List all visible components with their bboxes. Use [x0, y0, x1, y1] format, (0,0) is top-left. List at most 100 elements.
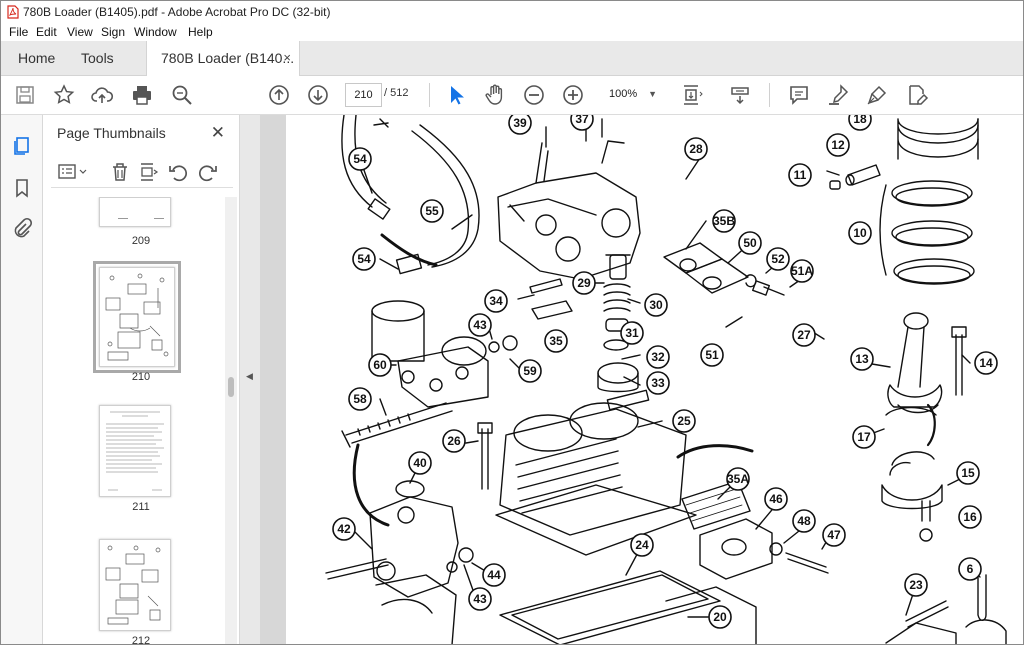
callout-label: 37: [575, 115, 589, 126]
fill-sign-button[interactable]: [905, 83, 929, 107]
plus-circle-icon: [563, 85, 583, 105]
navigation-rail: [1, 115, 43, 644]
previous-page-button[interactable]: [267, 83, 291, 107]
bookmark-icon[interactable]: [11, 177, 33, 199]
cloud-upload-icon: [91, 87, 114, 103]
callout-44: 44: [482, 563, 506, 587]
callout-46: 46: [764, 487, 788, 511]
select-tool-button[interactable]: [444, 83, 468, 107]
panel-title: Page Thumbnails: [57, 125, 166, 141]
scroll-mode-button[interactable]: [728, 83, 752, 107]
callout-14: 14: [974, 351, 998, 375]
panel-collapse-handle[interactable]: ◀: [239, 115, 260, 644]
menu-edit[interactable]: Edit: [36, 25, 57, 39]
search-icon: [172, 85, 192, 105]
menu-sign[interactable]: Sign: [101, 25, 125, 39]
callout-label: 43: [473, 318, 487, 332]
scrollbar-thumb[interactable]: [228, 377, 234, 397]
callout-label: 46: [769, 492, 783, 506]
callout-label: 55: [425, 204, 439, 218]
print-button[interactable]: [130, 83, 154, 107]
tab-home[interactable]: Home: [18, 41, 55, 75]
thumbnail-label: 212: [131, 635, 151, 644]
pdf-icon: [7, 5, 19, 19]
menu-file[interactable]: File: [9, 25, 28, 39]
thumbnail-parts-list: [106, 411, 164, 491]
callout-55: 55: [420, 199, 444, 223]
find-button[interactable]: [170, 83, 194, 107]
upload-cloud-button[interactable]: [90, 83, 114, 107]
tab-tools[interactable]: Tools: [81, 41, 114, 75]
page-thumbnails-icon[interactable]: [11, 135, 33, 157]
rotate-clockwise-icon[interactable]: [197, 161, 219, 183]
zoom-out-button[interactable]: [522, 83, 546, 107]
callout-29: 29: [572, 271, 596, 295]
next-page-button[interactable]: [306, 83, 330, 107]
callout-label: 40: [413, 456, 427, 470]
thumbnail-label: 210: [131, 371, 151, 383]
panel-toolbar: [51, 155, 233, 188]
callout-30: 30: [644, 293, 668, 317]
callout-label: 54: [357, 252, 371, 266]
callout-label: 14: [979, 356, 993, 370]
page-thumbnail[interactable]: [99, 539, 171, 631]
bookmark-star-button[interactable]: [52, 83, 76, 107]
callout-35: 35: [544, 329, 568, 353]
callout-label: 28: [689, 142, 703, 156]
comment-button[interactable]: [787, 83, 811, 107]
sign-button[interactable]: [865, 83, 889, 107]
callout-35B: 35B: [712, 209, 736, 233]
callout-52: 52: [766, 247, 790, 271]
toolbar-divider: [769, 83, 770, 107]
callout-27: 27: [792, 323, 816, 347]
highlight-button[interactable]: [826, 83, 850, 107]
save-button[interactable]: [13, 83, 37, 107]
callout-50: 50: [738, 231, 762, 255]
callout-54: 54: [348, 147, 372, 171]
hand-tool-button[interactable]: [483, 83, 507, 107]
callout-39: 39: [508, 115, 532, 135]
callout-33: 33: [646, 371, 670, 395]
document-page[interactable]: 39 37 18 54 28 12 11 55 35B 10 50 54 29 52 51A 34 30 43 31…: [286, 115, 1023, 644]
callout-label: 44: [487, 568, 501, 582]
callout-label: 43: [473, 592, 487, 606]
callout-label: 39: [513, 116, 527, 130]
page-thumbnail[interactable]: [99, 405, 171, 497]
callout-12: 12: [826, 133, 850, 157]
panel-scrollbar[interactable]: [225, 197, 237, 644]
tab-close-button[interactable]: ×: [283, 41, 291, 75]
tab-document[interactable]: 780B Loader (B140... ×: [146, 41, 300, 76]
rotate-counterclockwise-icon[interactable]: [167, 161, 189, 183]
thumbnail-options-icon[interactable]: [57, 161, 91, 183]
menu-help[interactable]: Help: [188, 25, 213, 39]
callout-17: 17: [852, 425, 876, 449]
callout-label: 23: [909, 578, 923, 592]
page-number-input[interactable]: 210: [345, 83, 382, 107]
menu-window[interactable]: Window: [134, 25, 177, 39]
callout-31: 31: [620, 321, 644, 345]
page-thumbnail[interactable]: [99, 197, 171, 227]
page-display-button[interactable]: [679, 83, 703, 107]
callout-label: 35B: [713, 214, 735, 228]
thumbnail-drawing: [105, 273, 169, 361]
panel-close-button[interactable]: ✕: [211, 123, 225, 143]
callout-35A: 35A: [726, 467, 750, 491]
exploded-parts-diagram: 39 37 18 54 28 12 11 55 35B 10 50 54 29 52 51A 34 30 43 31…: [325, 115, 1007, 644]
callout-label: 34: [489, 294, 503, 308]
zoom-in-button[interactable]: [561, 83, 585, 107]
scroll-icon: [731, 87, 749, 105]
menu-view[interactable]: View: [67, 25, 93, 39]
zoom-select[interactable]: 100% ▼: [601, 83, 659, 105]
paperclip-icon[interactable]: [11, 217, 33, 239]
callout-54: 54: [352, 247, 376, 271]
pen-nib-icon: [867, 85, 887, 105]
callout-label: 32: [651, 350, 665, 364]
callout-label: 35A: [727, 472, 749, 486]
arrow-up-circle-icon: [269, 85, 289, 105]
trash-icon[interactable]: [109, 161, 131, 183]
callout-label: 33: [651, 376, 665, 390]
callout-51A: 51A: [790, 259, 814, 283]
thumbnail-label: 211: [132, 501, 150, 513]
page-thumbnail-selected[interactable]: [93, 261, 181, 373]
extract-pages-icon[interactable]: [137, 161, 159, 183]
